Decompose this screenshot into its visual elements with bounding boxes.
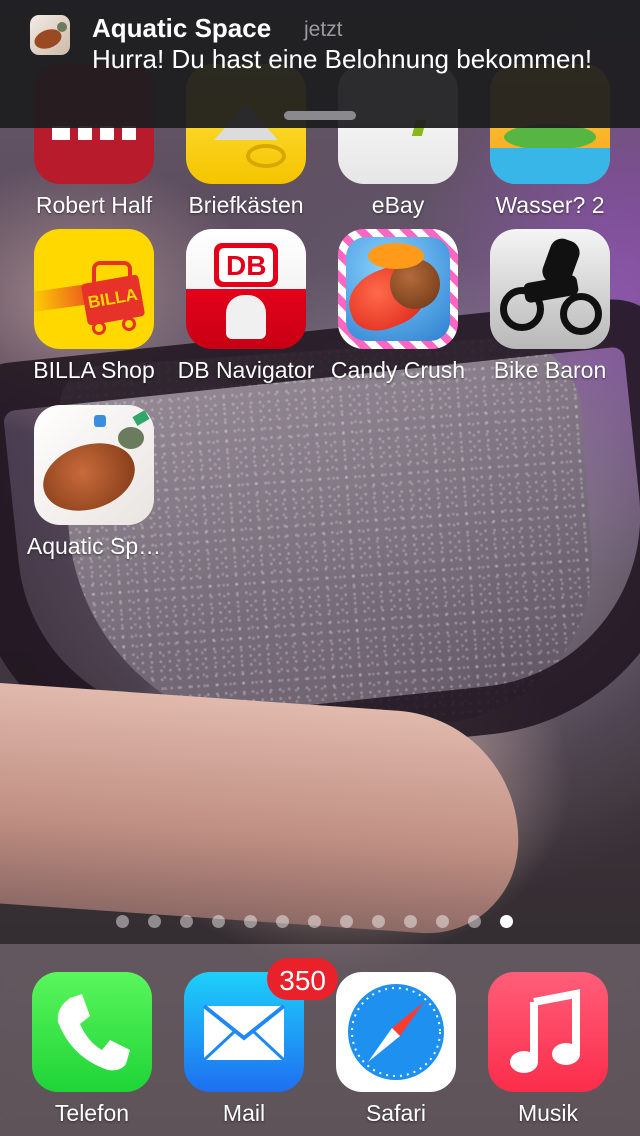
notification-time: jetzt xyxy=(304,18,343,41)
page-dot xyxy=(468,915,481,928)
app-label: Bike Baron xyxy=(493,357,607,383)
page-dot xyxy=(180,915,193,928)
page-dot xyxy=(436,915,449,928)
notification-app-name: Aquatic Space xyxy=(92,13,272,43)
dock-app-label: Telefon xyxy=(54,1100,130,1126)
db-logo-text: DB xyxy=(226,250,267,281)
turtle-icon xyxy=(34,405,154,525)
app-label: Robert Half xyxy=(35,192,153,218)
dock-app-label: Musik xyxy=(517,1100,579,1126)
billa-logo-text: BILLA xyxy=(86,284,140,313)
app-billa-shop[interactable]: BILLA BILLA Shop xyxy=(18,229,170,384)
dock-app-musik[interactable]: Musik xyxy=(472,972,624,1127)
dock-app-mail[interactable]: 350 Mail xyxy=(168,958,338,1127)
bike-icon xyxy=(490,229,610,349)
dock-app-label: Safari xyxy=(365,1100,427,1126)
page-dot xyxy=(212,915,225,928)
dock: Telefon 350 Mail Safari Musik xyxy=(0,944,640,1136)
notification-banner[interactable]: Aquatic Space jetzt Hurra! Du hast eine … xyxy=(0,0,640,128)
notification-message: Hurra! Du hast eine Belohnung bekommen! xyxy=(92,44,593,74)
dock-app-telefon[interactable]: Telefon xyxy=(16,972,168,1127)
page-dot xyxy=(276,915,289,928)
phone-icon xyxy=(32,972,152,1092)
page-dot xyxy=(340,915,353,928)
page-dot xyxy=(404,915,417,928)
turtle-icon xyxy=(30,15,70,55)
notification-grabber[interactable] xyxy=(284,111,356,120)
app-bike-baron[interactable]: Bike Baron xyxy=(474,229,626,384)
candy-icon xyxy=(338,229,458,349)
app-label: Briefkästen xyxy=(188,192,304,218)
page-dot xyxy=(148,915,161,928)
app-label: Wasser? 2 xyxy=(495,192,605,218)
page-indicator[interactable] xyxy=(0,915,640,931)
db-icon: DB xyxy=(186,229,306,349)
page-dot xyxy=(308,915,321,928)
page-dot xyxy=(244,915,257,928)
dock-app-label: Mail xyxy=(222,1100,266,1126)
dock-app-safari[interactable]: Safari xyxy=(320,972,472,1127)
app-label: DB Navigator xyxy=(177,357,315,383)
music-note-icon xyxy=(488,972,608,1092)
app-label: BILLA Shop xyxy=(33,357,155,383)
page-dot-active xyxy=(500,915,513,928)
app-aquatic-space[interactable]: Aquatic Sp… xyxy=(18,405,170,560)
app-candy-crush[interactable]: Candy Crush xyxy=(322,229,474,384)
app-label: eBay xyxy=(371,192,425,218)
app-label: Aquatic Sp… xyxy=(26,533,162,559)
compass-icon xyxy=(336,972,456,1092)
page-dot xyxy=(372,915,385,928)
app-label: Candy Crush xyxy=(330,357,466,383)
page-dot xyxy=(116,915,129,928)
app-db-navigator[interactable]: DB DB Navigator xyxy=(170,229,322,384)
billa-icon: BILLA xyxy=(34,229,154,349)
